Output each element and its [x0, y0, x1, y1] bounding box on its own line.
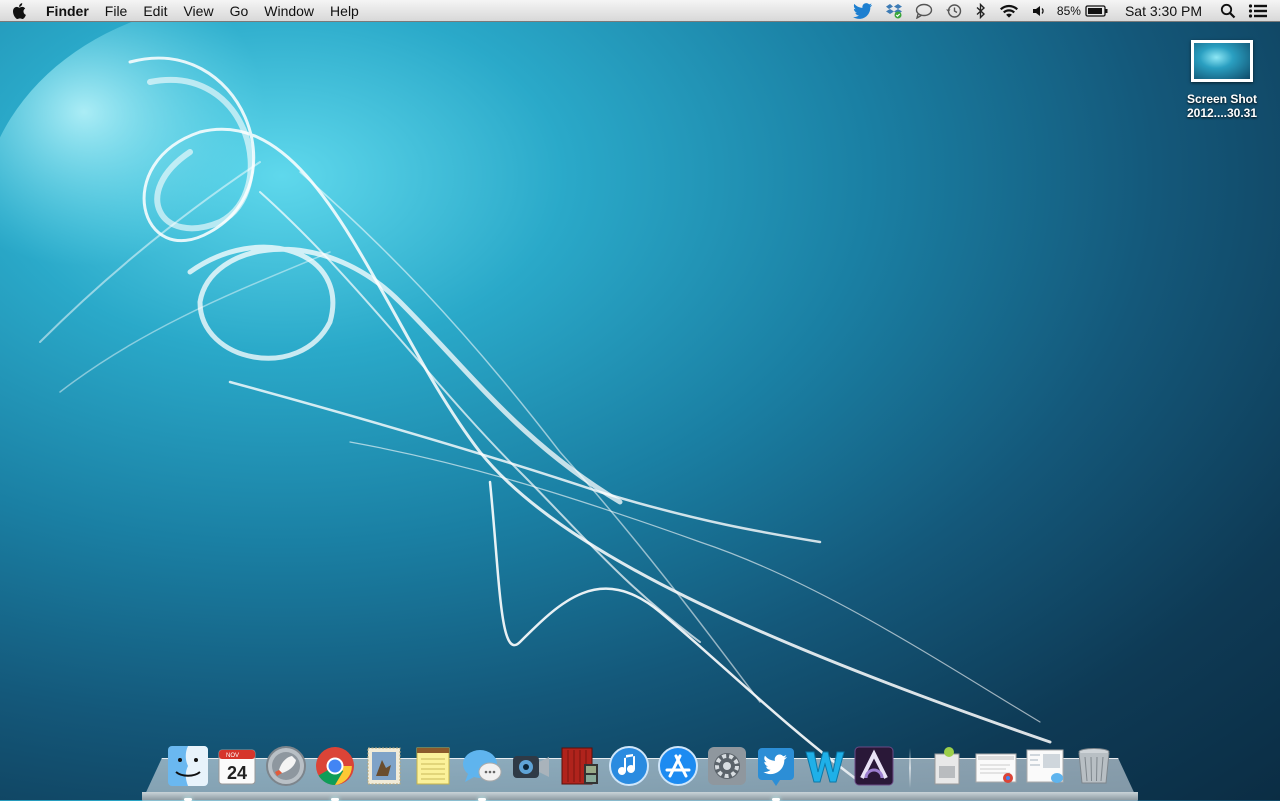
dropbox-sync-icon[interactable] — [879, 0, 909, 22]
screenshot-thumbnail — [1191, 40, 1253, 82]
app-store-icon — [658, 746, 698, 786]
dock-finder[interactable] — [164, 742, 212, 801]
dock-photo-booth[interactable] — [556, 742, 604, 790]
dock-notes[interactable] — [409, 742, 457, 790]
dock-facetime[interactable] — [507, 742, 555, 790]
menu-file[interactable]: File — [97, 0, 136, 22]
trash-icon — [1078, 748, 1110, 784]
twitter-bird-icon — [758, 748, 794, 786]
wunderlist-w-icon — [805, 751, 845, 783]
menu-view[interactable]: View — [175, 0, 221, 22]
volume-icon[interactable] — [1025, 0, 1053, 22]
dock-alfred[interactable] — [850, 742, 898, 790]
dock-app-store[interactable] — [654, 742, 702, 790]
battery-percentage[interactable]: 85% — [1053, 0, 1085, 22]
bluetooth-icon[interactable] — [969, 0, 993, 22]
system-preferences-gear-icon — [708, 747, 746, 785]
dock-twitter[interactable] — [752, 742, 800, 801]
spotlight-search-icon[interactable] — [1214, 0, 1242, 22]
dock-launchpad[interactable] — [262, 742, 310, 790]
dock-chrome[interactable] — [311, 742, 359, 801]
documents-stack-icon — [975, 753, 1017, 783]
dock-system-preferences[interactable] — [703, 742, 751, 790]
finder-icon — [168, 746, 208, 786]
dock-downloads-stack[interactable] — [1021, 742, 1069, 790]
status-menus: 85% Sat 3:30 PM — [847, 0, 1280, 22]
itunes-icon — [609, 746, 649, 786]
dock-trash[interactable] — [1070, 742, 1118, 790]
chrome-icon — [316, 747, 354, 785]
calendar-icon: NOV 24 — [218, 749, 256, 785]
desktop-file-label-line2: 2012....30.31 — [1186, 106, 1258, 120]
menu-clock[interactable]: Sat 3:30 PM — [1115, 0, 1214, 22]
dock-itunes[interactable] — [605, 742, 653, 790]
menu-edit[interactable]: Edit — [135, 0, 175, 22]
launchpad-rocket-icon — [266, 746, 306, 786]
svg-text:NOV: NOV — [226, 753, 239, 759]
menu-window[interactable]: Window — [256, 0, 322, 22]
dock-applications-stack[interactable] — [923, 742, 971, 790]
dock-messages[interactable] — [458, 742, 506, 801]
dock-separator — [909, 748, 911, 788]
svg-text:24: 24 — [227, 763, 247, 783]
apple-menu-icon[interactable] — [0, 0, 38, 22]
wifi-icon[interactable] — [993, 0, 1025, 22]
desktop-file-label-line1: Screen Shot — [1186, 92, 1258, 106]
downloads-stack-icon — [1026, 749, 1064, 783]
menu-help[interactable]: Help — [322, 0, 367, 22]
dock-documents-stack[interactable] — [972, 742, 1020, 790]
dock: NOV 24 — [164, 740, 1119, 801]
alfred-hat-icon — [854, 746, 894, 786]
dock-mail[interactable] — [360, 742, 408, 790]
dock-wunderlist[interactable] — [801, 742, 849, 790]
messages-status-icon[interactable] — [909, 0, 939, 22]
facetime-camera-icon — [513, 756, 549, 778]
desktop-file-label: Screen Shot 2012....30.31 — [1176, 92, 1268, 120]
dock-shelf-front — [142, 792, 1138, 800]
notes-icon — [416, 747, 450, 785]
menu-go[interactable]: Go — [222, 0, 257, 22]
battery-icon[interactable] — [1085, 0, 1115, 22]
applications-stack-icon — [934, 747, 960, 785]
menu-app-finder[interactable]: Finder — [38, 0, 97, 22]
messages-icon — [463, 750, 502, 782]
notification-center-icon[interactable] — [1242, 0, 1280, 22]
mail-stamp-icon — [367, 747, 401, 785]
photo-booth-icon — [561, 747, 598, 785]
desktop-file-screenshot[interactable]: Screen Shot 2012....30.31 — [1176, 40, 1268, 120]
twitter-status-icon[interactable] — [847, 0, 879, 22]
menu-bar: Finder File Edit View Go Window Help 85% — [0, 0, 1280, 22]
time-machine-icon[interactable] — [939, 0, 969, 22]
dock-calendar[interactable]: NOV 24 — [213, 742, 261, 790]
desktop-wallpaper — [0, 22, 1052, 784]
